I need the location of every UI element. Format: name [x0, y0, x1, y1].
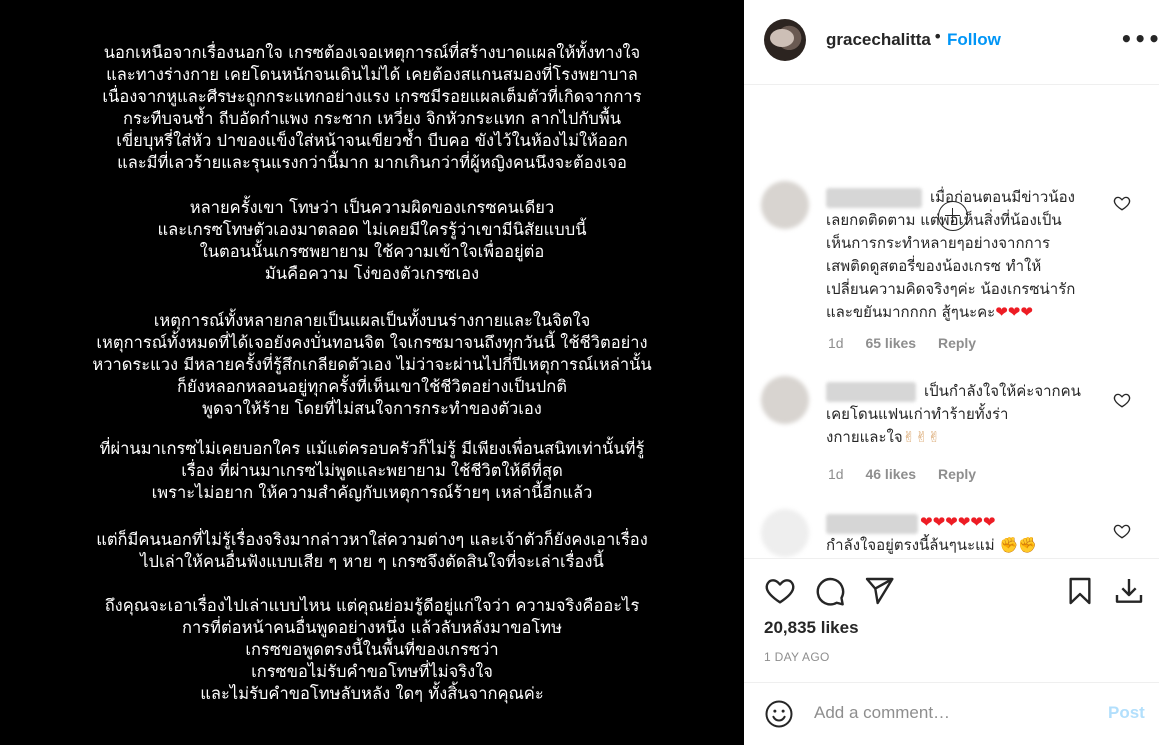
post-image-text-line: ในตอนนั้นเกรซพยายาม ใช้ความเข้าใจเพื่ออย… [199, 242, 545, 261]
post-image-paragraph: ถึงคุณจะเอาเรื่องไปเล่าแบบไหน แต่คุณย่อม… [0, 595, 744, 705]
comment-bubble-icon[interactable] [814, 575, 846, 611]
comment-input[interactable] [814, 701, 1094, 725]
post-image-text-line: ไปเล่าให้คนอื่นฟังแบบเสีย ๆ หาย ๆ เกรซจึ… [140, 552, 604, 571]
comment-line: กำลังใจอยู่ตรงนี้ล้นๆนะแม่ [826, 536, 995, 554]
post-side-panel: gracechalitta • Follow ••• เมื่อก่อนตอนม… [744, 0, 1159, 745]
emoji-smiley-icon[interactable] [764, 699, 794, 729]
fist-emoji: ✊✊ [999, 536, 1037, 554]
post-actions: 20,835 likes 1 DAY AGO Post [744, 558, 1159, 745]
post-image-text-line: เขี่ยบุหรี่ใส่หัว ปาของแข็งใส่หน้าจนเขีย… [116, 131, 628, 150]
post-image: นอกเหนือจากเรื่องนอกใจ เกรซต้องเจอเหตุกา… [0, 0, 744, 745]
comment-text: ❤❤❤❤❤❤ กำลังใจอยู่ตรงนี้ล้นๆนะแม่ ✊✊ [826, 511, 1094, 557]
commenter-avatar[interactable] [761, 376, 809, 424]
comment-line-wrap: งกายและใจ✌✌✌ [826, 426, 1094, 449]
post-image-text-line: เกรซขอพูดตรงนี้ในพื้นที่ของเกรซว่า [245, 640, 499, 659]
post-image-text-line: ก็ยังหลอกหลอนอยู่ทุกครั้งที่เห็นเขาใช้ชี… [177, 377, 567, 396]
username[interactable]: gracechalitta [826, 30, 931, 50]
comments-list[interactable]: เมื่อก่อนตอนมีข่าวน้อง เลยกดติดตาม แต่พอ… [744, 85, 1159, 558]
comment-meta: 1d 65 likes Reply [828, 335, 994, 351]
comment-time: 1d [828, 335, 844, 351]
heart-emoji: ❤❤❤ [995, 303, 1033, 321]
post-image-text-line: เพราะไม่อยาก ให้ความสำคัญกับเหตุการณ์ร้า… [151, 483, 593, 502]
post-comment-button[interactable]: Post [1108, 703, 1145, 723]
post-image-text-line: หลายครั้งเขา โทษว่า เป็นความผิดของเกรซคน… [189, 198, 555, 217]
post-timestamp[interactable]: 1 DAY AGO [764, 650, 830, 664]
post-image-text-line: และไม่รับคำขอโทษลับหลัง ใดๆ ทั้งสิ้นจากค… [200, 684, 544, 703]
like-comment-heart-icon[interactable] [1113, 194, 1131, 212]
comment-line: และขยันมากกกก สู้ๆนะคะ [826, 303, 996, 321]
like-comment-heart-icon[interactable] [1113, 391, 1131, 409]
comment-line: งกายและใจ [826, 428, 903, 446]
post-image-text: นอกเหนือจากเรื่องนอกใจ เกรซต้องเจอเหตุกา… [0, 0, 744, 745]
comment-line: เสพติดดูสตอรี่ของน้องเกรซ ทำให้ [826, 257, 1042, 275]
commenter-avatar[interactable] [761, 181, 809, 229]
reply-button[interactable]: Reply [938, 466, 976, 482]
post-image-paragraph: แต่ก็มีคนนอกที่ไม่รู้เรื่องจริงมากล่าวหา… [0, 529, 744, 573]
post-image-text-line: เนื่องจากหูและศีรษะถูกกระแทกอย่างแรง เกร… [102, 87, 642, 106]
avatar[interactable] [764, 19, 806, 61]
post-image-text-line: เรื่อง ที่ผ่านมาเกรซไม่พูดและพยายาม ใช้ช… [181, 461, 563, 480]
more-options-icon[interactable]: ••• [1120, 27, 1159, 51]
download-icon[interactable] [1113, 575, 1145, 611]
comment-likes[interactable]: 46 likes [865, 466, 916, 482]
post-image-text-line: แต่ก็มีคนนอกที่ไม่รู้เรื่องจริงมากล่าวหา… [96, 530, 648, 549]
post-image-text-line: และทางร่างกาย เคยโดนหนักจนเดินไม่ได้ เคย… [106, 65, 638, 84]
save-bookmark-icon[interactable] [1064, 575, 1096, 611]
post-image-paragraph: นอกเหนือจากเรื่องนอกใจ เกรซต้องเจอเหตุกา… [0, 42, 744, 174]
post-image-text-line: กระทืบจนช้ำ ถีบอัดกำแพง กระชาก เหวี่ยง จ… [122, 109, 622, 128]
like-comment-heart-icon[interactable] [1113, 522, 1131, 540]
comment-text: เป็นกำลังใจให้ค่ะจากคน เคยโดนแฟนเก่าทำร้… [826, 380, 1094, 449]
victory-hand-emoji: ✌✌✌ [902, 428, 941, 446]
comment-line: เมื่อก่อนตอนมีข่าวน้อง [930, 188, 1075, 206]
comment-meta: 1d 46 likes Reply [828, 466, 994, 482]
post-header: gracechalitta • Follow ••• [744, 0, 1159, 85]
post-image-text-line: ถึงคุณจะเอาเรื่องไปเล่าแบบไหน แต่คุณย่อม… [104, 596, 640, 615]
reply-button[interactable]: Reply [938, 335, 976, 351]
follow-button[interactable]: Follow [947, 30, 1001, 50]
post-image-paragraph: หลายครั้งเขา โทษว่า เป็นความผิดของเกรซคน… [0, 197, 744, 285]
share-send-icon[interactable] [863, 575, 895, 611]
post-image-paragraph: เหตุการณ์ทั้งหลายกลายเป็นแผลเป็นทั้งบนร่… [0, 310, 744, 420]
comment-line: เคยโดนแฟนเก่าทำร้ายทั้งร่า [826, 405, 1009, 423]
comment-line: เลยกดติดตาม แต่พอเห็นสิ่งที่น้องเป็น [826, 211, 1062, 229]
post-image-text-line: นอกเหนือจากเรื่องนอกใจ เกรซต้องเจอเหตุกา… [103, 43, 641, 62]
post-image-text-line: เกรซขอไม่รับคำขอโทษที่ไม่จริงใจ [251, 662, 493, 681]
comment-text: เมื่อก่อนตอนมีข่าวน้อง เลยกดติดตาม แต่พอ… [826, 186, 1094, 324]
comment-line-wrap: กำลังใจอยู่ตรงนี้ล้นๆนะแม่ ✊✊ [826, 534, 1094, 557]
commenter-avatar[interactable] [761, 509, 809, 557]
add-comment-bar: Post [744, 682, 1159, 745]
post-image-paragraph: ที่ผ่านมาเกรซไม่เคยบอกใคร แม้แต่ครอบครัว… [0, 438, 744, 504]
comment-line-wrap: และขยันมากกกก สู้ๆนะคะ❤❤❤ [826, 301, 1094, 324]
post-image-text-line: เหตุการณ์ทั้งหมดที่ได้เจอยังคงบั่นทอนจิต… [96, 333, 648, 352]
comment-time: 1d [828, 466, 844, 482]
comment-line: เห็นการกระทำหลายๆอย่างจากการ [826, 234, 1051, 252]
header-separator: • [933, 27, 943, 46]
post-image-text-line: มันคือความ โง่ของตัวเกรซเอง [264, 264, 480, 283]
post-image-text-line: ที่ผ่านมาเกรซไม่เคยบอกใคร แม้แต่ครอบครัว… [99, 439, 645, 458]
comment-line: เป็นกำลังใจให้ค่ะจากคน [924, 382, 1081, 400]
heart-emoji: ❤❤❤❤❤❤ [920, 513, 996, 531]
comment-line: เปลี่ยนความคิดจริงๆค่ะ น้องเกรซน่ารัก [826, 280, 1076, 298]
likes-count[interactable]: 20,835 likes [764, 618, 859, 638]
post-image-text-line: พูดจาให้ร้าย โดยที่ไม่สนใจการกระทำของตัว… [202, 399, 542, 418]
post-image-text-line: และมีที่เลวร้ายและรุนแรงกว่านี้มาก มากเก… [117, 153, 627, 172]
comment-likes[interactable]: 65 likes [865, 335, 916, 351]
post-image-text-line: การที่ต่อหน้าคนอื่นพูดอย่างหนึ่ง แล้วลับ… [181, 618, 563, 637]
post-image-text-line: เหตุการณ์ทั้งหลายกลายเป็นแผลเป็นทั้งบนร่… [153, 311, 591, 330]
like-heart-icon[interactable] [764, 575, 796, 611]
post-image-text-line: และเกรซโทษตัวเองมาตลอด ไม่เคยมีใครรู้ว่า… [157, 220, 587, 239]
post-image-text-line: หวาดระแวง มีหลายครั้งที่รู้สึกเกลียดตัวเ… [92, 355, 652, 374]
